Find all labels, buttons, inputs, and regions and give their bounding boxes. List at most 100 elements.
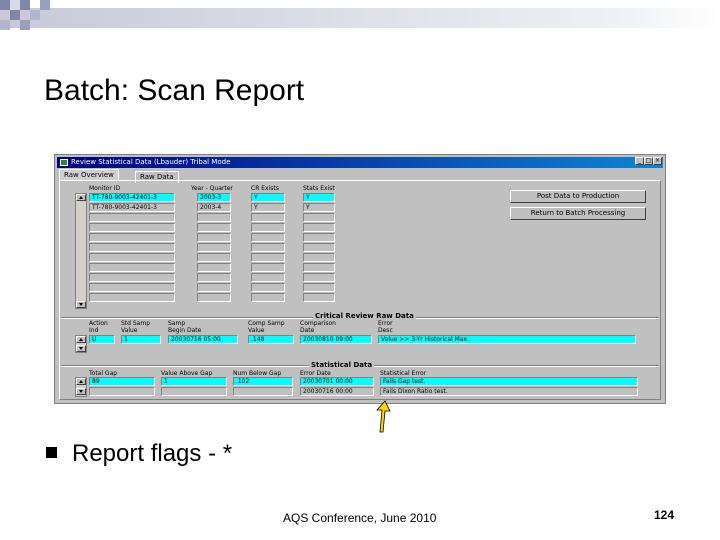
header-std-samp-value: Std Samp Value xyxy=(121,320,151,334)
window-titlebar: Review Statistical Data (Lbauder) Tribal… xyxy=(57,157,663,168)
header-error-desc: Error Desc xyxy=(378,320,393,334)
num-below-gap-field[interactable] xyxy=(233,387,293,396)
header-comp-samp-value: Comp Samp Value xyxy=(248,320,285,334)
empty-field[interactable] xyxy=(89,253,175,262)
empty-field[interactable] xyxy=(197,233,231,242)
empty-field[interactable] xyxy=(303,293,335,302)
std-samp-value-field[interactable]: 1 xyxy=(121,335,161,344)
header-stats-exist: Stats Exist xyxy=(303,185,335,192)
empty-field[interactable] xyxy=(197,223,231,232)
pointer-arrow-icon xyxy=(376,400,391,433)
year-quarter-field[interactable]: 2003-3 xyxy=(197,193,231,202)
empty-field[interactable] xyxy=(89,233,175,242)
empty-field[interactable] xyxy=(303,253,335,262)
stats-exist-field[interactable]: Y xyxy=(303,193,335,202)
footer-text: AQS Conference, June 2010 xyxy=(283,511,437,525)
empty-field[interactable] xyxy=(303,243,335,252)
header-year-quarter: Year - Quarter xyxy=(191,185,233,192)
empty-field[interactable] xyxy=(251,293,285,302)
value-above-gap-field[interactable]: 1 xyxy=(161,377,227,386)
empty-field[interactable] xyxy=(197,253,231,262)
scroll-down-icon[interactable] xyxy=(76,301,86,308)
empty-field[interactable] xyxy=(197,213,231,222)
num-below-gap-field[interactable]: .102 xyxy=(233,377,293,386)
empty-field[interactable] xyxy=(251,243,285,252)
empty-field[interactable] xyxy=(89,273,175,282)
monitor-id-field[interactable]: TT-780-9003-42401-3 xyxy=(89,203,175,212)
minimize-icon[interactable]: _ xyxy=(635,157,644,165)
scroll-up-icon[interactable] xyxy=(76,378,86,385)
comparison-date-field[interactable]: 20030810 09:00 xyxy=(300,335,372,344)
empty-field[interactable] xyxy=(89,263,175,272)
empty-field[interactable] xyxy=(251,283,285,292)
empty-field[interactable] xyxy=(303,283,335,292)
total-gap-field[interactable] xyxy=(89,387,155,396)
cr-exists-field[interactable]: Y xyxy=(251,203,285,212)
empty-field[interactable] xyxy=(251,233,285,242)
scroll-up-icon[interactable] xyxy=(76,194,86,201)
empty-field[interactable] xyxy=(303,213,335,222)
close-icon[interactable]: × xyxy=(653,157,662,165)
header-num-below-gap: Num Below Gap xyxy=(233,370,282,377)
empty-field[interactable] xyxy=(303,223,335,232)
comp-samp-value-field[interactable]: .148 xyxy=(248,335,294,344)
header-error-date: Error Date xyxy=(300,370,331,377)
action-ind-field[interactable]: U xyxy=(89,335,115,344)
slide-title: Batch: Scan Report xyxy=(44,74,305,107)
empty-field[interactable] xyxy=(251,253,285,262)
header-total-gap: Total Gap xyxy=(89,370,118,377)
empty-field[interactable] xyxy=(89,243,175,252)
stats-exist-field[interactable]: Y xyxy=(303,203,335,212)
empty-field[interactable] xyxy=(303,263,335,272)
header-cr-exists: CR Exists xyxy=(251,185,279,192)
header-decoration xyxy=(0,0,720,30)
page-number: 124 xyxy=(654,508,675,522)
empty-field[interactable] xyxy=(89,283,175,292)
error-date-field[interactable]: 20030716 00:00 xyxy=(300,387,374,396)
empty-field[interactable] xyxy=(303,233,335,242)
return-to-batch-processing-button[interactable]: Return to Batch Processing xyxy=(510,207,646,220)
cr-exists-field[interactable]: Y xyxy=(251,193,285,202)
scroll-up-icon[interactable] xyxy=(76,336,86,343)
window-title: Review Statistical Data (Lbauder) Tribal… xyxy=(71,158,231,166)
header-comparison-date: Comparison Date xyxy=(300,320,336,334)
statistical-error-field[interactable]: Fails Dixon Ratio test. xyxy=(380,387,638,396)
empty-field[interactable] xyxy=(251,263,285,272)
error-date-field[interactable]: 20030701 00:00 xyxy=(300,377,374,386)
empty-field[interactable] xyxy=(251,223,285,232)
empty-field[interactable] xyxy=(251,213,285,222)
app-icon xyxy=(60,159,68,166)
empty-field[interactable] xyxy=(89,293,175,302)
year-quarter-field[interactable]: 2003-4 xyxy=(197,203,231,212)
value-above-gap-field[interactable] xyxy=(161,387,227,396)
statistical-error-field[interactable]: Fails Gap test. xyxy=(380,377,638,386)
empty-field[interactable] xyxy=(197,263,231,272)
header-value-above-gap: Value Above Gap xyxy=(161,370,213,377)
bullet-icon xyxy=(46,447,57,458)
empty-field[interactable] xyxy=(197,283,231,292)
scroll-down-icon[interactable] xyxy=(76,345,86,352)
bullet-text: Report flags - * xyxy=(72,440,233,467)
total-gap-field[interactable]: 89 xyxy=(89,377,155,386)
empty-field[interactable] xyxy=(89,223,175,232)
error-desc-field[interactable]: Value >> 3-Yr Historical Max. xyxy=(378,335,636,344)
scroll-down-icon[interactable] xyxy=(76,388,86,395)
critical-review-title: Critical Review Raw Data xyxy=(313,312,416,320)
empty-field[interactable] xyxy=(197,243,231,252)
overview-scrollbar[interactable] xyxy=(75,193,87,309)
samp-begin-date-field[interactable]: 20030716 05:00 xyxy=(168,335,238,344)
header-action-ind: Action Ind xyxy=(89,320,108,334)
header-monitor-id: Monitor ID xyxy=(89,185,121,192)
app-window: Review Statistical Data (Lbauder) Tribal… xyxy=(54,154,666,404)
header-statistical-error: Statistical Error xyxy=(380,370,427,377)
monitor-id-field[interactable]: TT-780-9003-42401-3 xyxy=(89,193,175,202)
empty-field[interactable] xyxy=(89,213,175,222)
post-data-to-production-button[interactable]: Post Data to Production xyxy=(510,190,646,203)
maximize-icon[interactable]: □ xyxy=(644,157,653,165)
empty-field[interactable] xyxy=(251,273,285,282)
statistical-data-title: Statistical Data xyxy=(309,361,375,369)
empty-field[interactable] xyxy=(197,273,231,282)
header-samp-begin-date: Samp Begin Date xyxy=(168,320,202,334)
empty-field[interactable] xyxy=(303,273,335,282)
empty-field[interactable] xyxy=(197,293,231,302)
